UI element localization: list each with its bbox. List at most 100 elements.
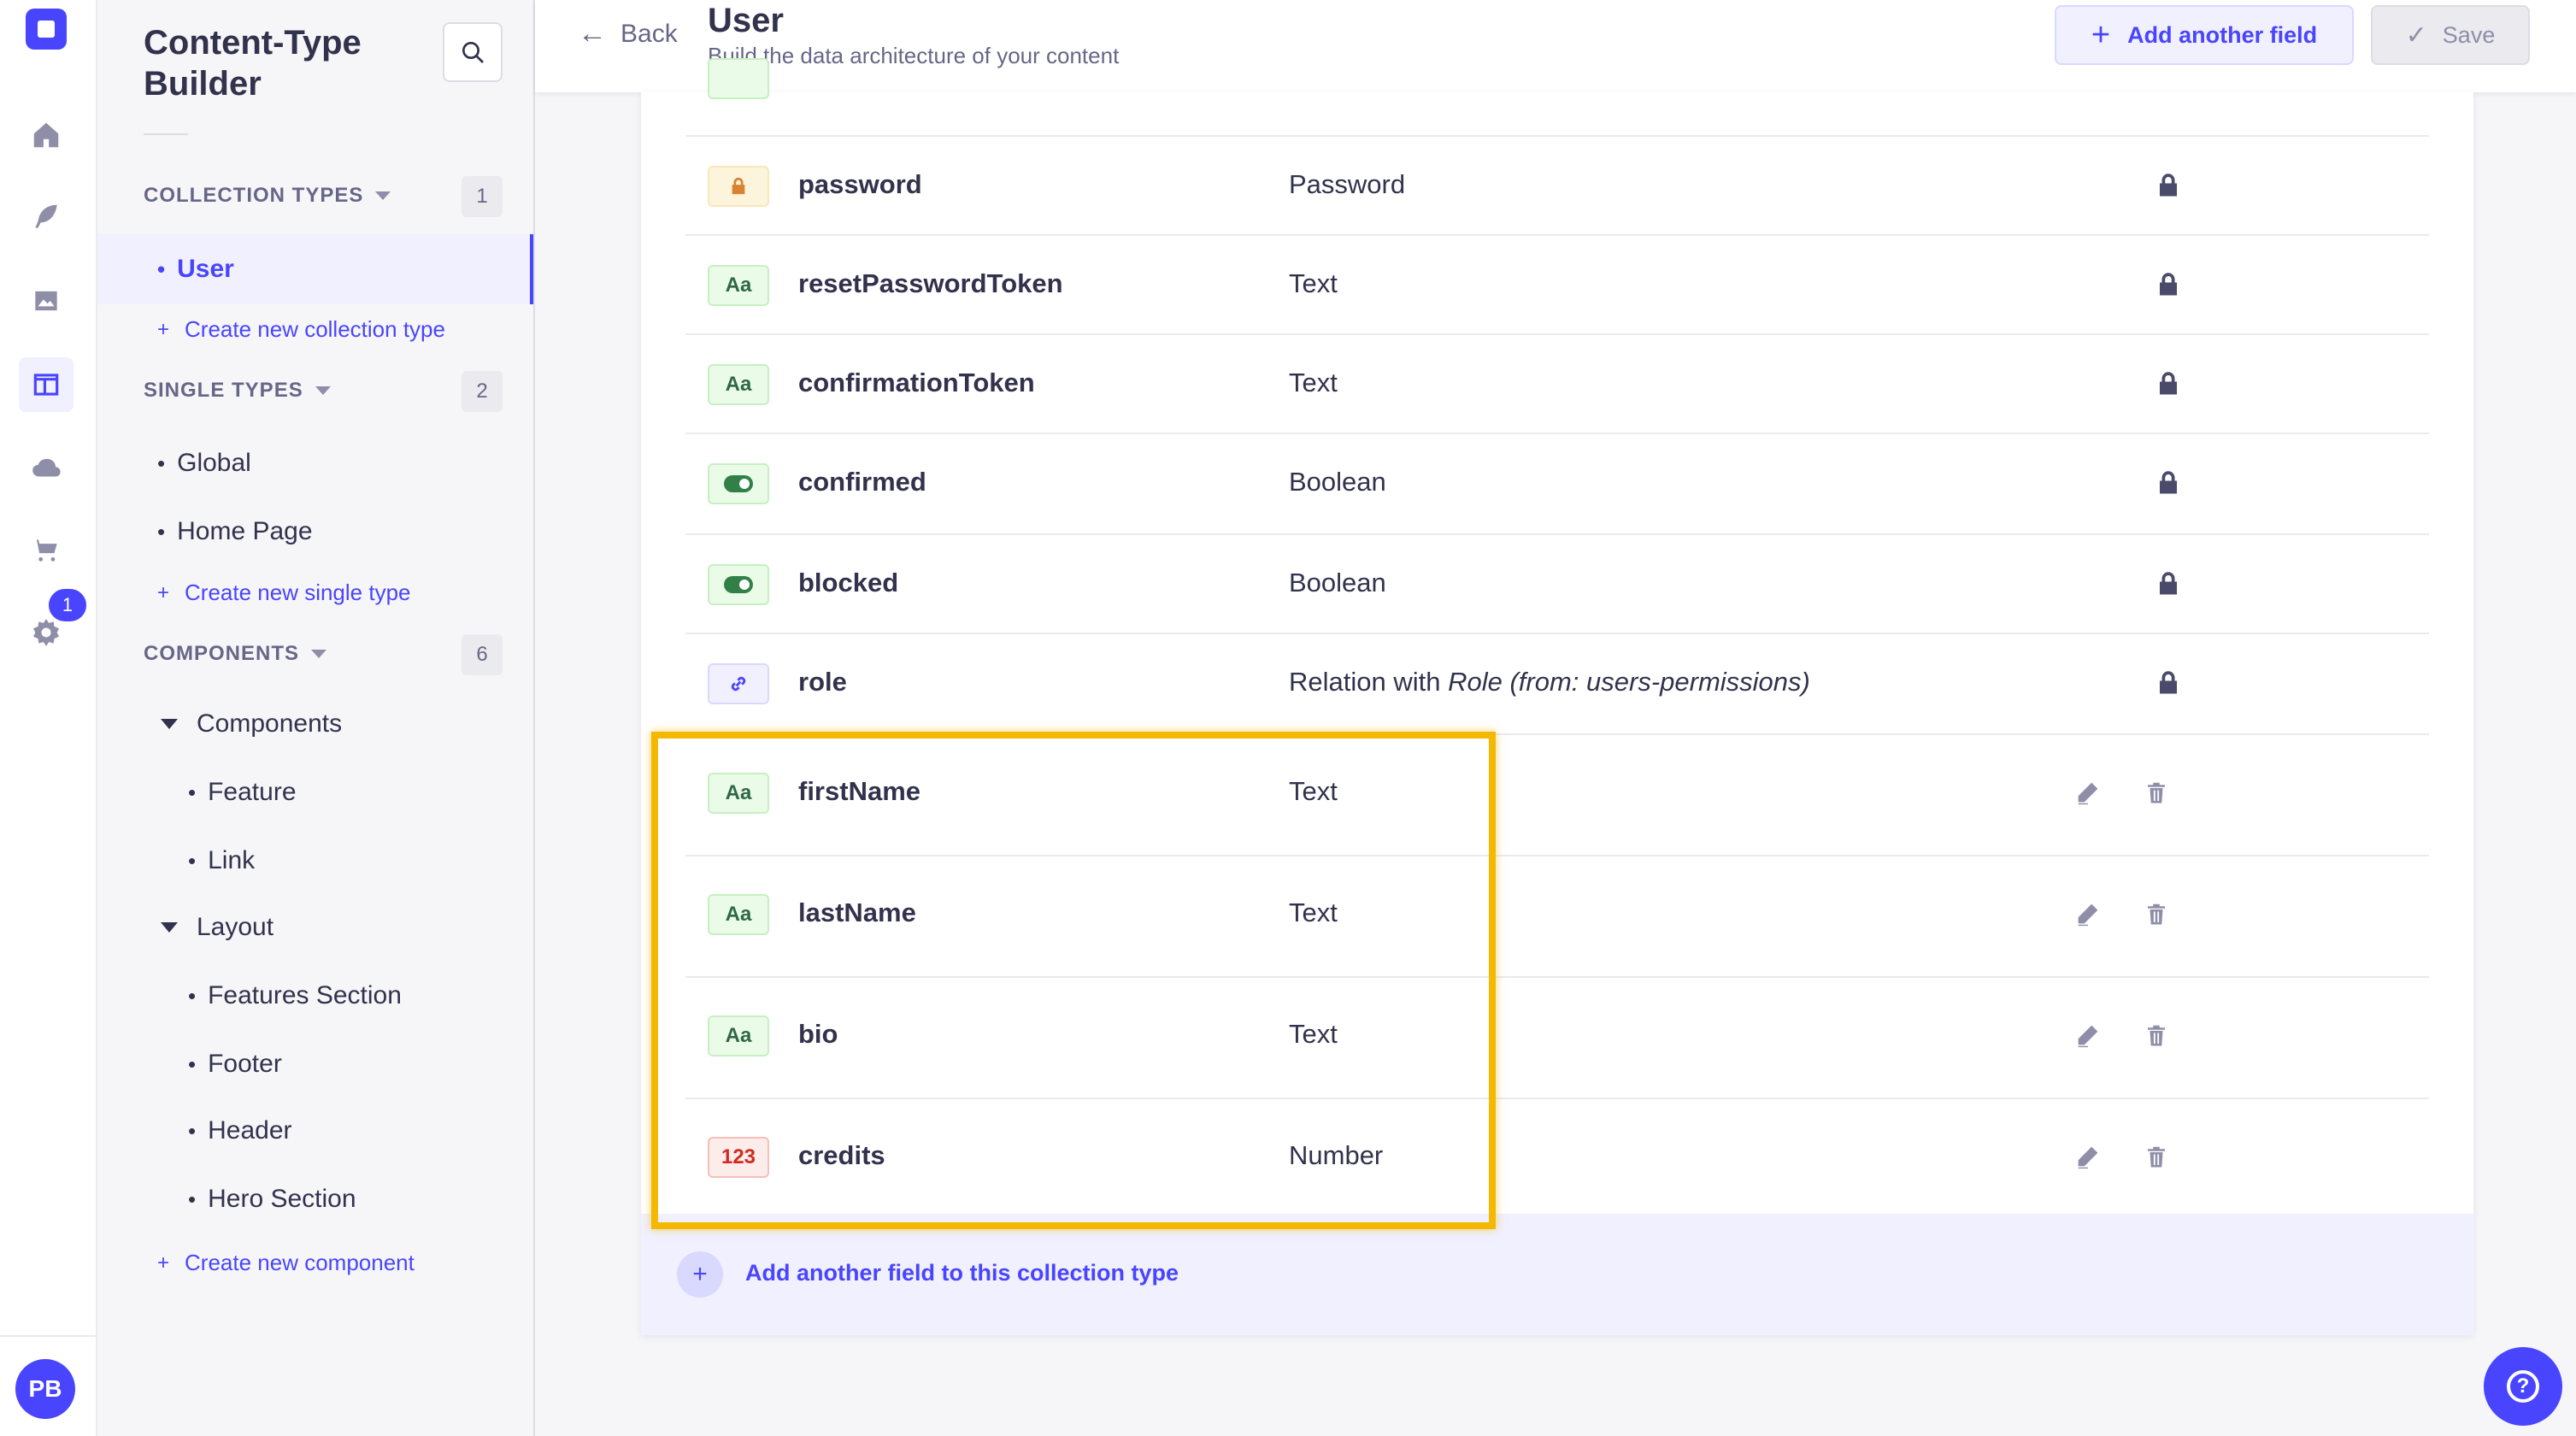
sidebar-item-hero-section[interactable]: • Hero Section: [188, 1185, 356, 1214]
field-type: Relation with Role (from: users-permissi…: [1289, 667, 1810, 697]
sidebar-item-user[interactable]: • User: [97, 234, 533, 304]
chevron-down-icon: [311, 650, 327, 658]
field-name: bio: [798, 1019, 838, 1049]
media-library-icon[interactable]: [19, 274, 74, 328]
subnav-title: Content-Type Builder: [144, 24, 362, 103]
pencil-icon[interactable]: [2073, 778, 2103, 807]
field-type: Number: [1289, 1140, 1384, 1170]
create-collection-type-link[interactable]: + Create new collection type: [157, 316, 445, 343]
save-button[interactable]: ✓ Save: [2371, 5, 2530, 65]
plus-icon: +: [157, 1251, 170, 1274]
single-types-count: 2: [462, 371, 503, 412]
home-icon[interactable]: [19, 108, 74, 162]
marketplace-cart-icon[interactable]: [19, 523, 74, 578]
sidebar-item-features-section[interactable]: • Features Section: [188, 981, 402, 1010]
sidebar-item-global[interactable]: • Global: [157, 446, 251, 480]
table-row: Aa lastName Text: [685, 856, 2429, 978]
field-type: Text: [1289, 268, 1338, 298]
field-name: blocked: [798, 568, 899, 597]
fields-table: password Password Aa resetPasswordToken …: [641, 58, 2473, 1335]
toggle-icon: [708, 463, 769, 504]
table-row: Aa resetPasswordToken Text: [685, 236, 2429, 335]
field-type: Text: [1289, 368, 1338, 397]
content-type-builder-icon[interactable]: [19, 357, 74, 412]
table-row: Aa bio Text: [685, 978, 2429, 1099]
sidebar-item-feature[interactable]: • Feature: [188, 778, 297, 807]
subnav-search-button[interactable]: [443, 22, 503, 82]
main-nav: 1 PB: [0, 0, 97, 1436]
add-another-field-button[interactable]: + Add another field: [2055, 5, 2354, 65]
question-mark-icon: ?: [2507, 1370, 2539, 1403]
create-component-link[interactable]: + Create new component: [157, 1250, 415, 1276]
page-title: User: [708, 2, 784, 39]
locked-icon: [2160, 572, 2177, 595]
text-icon: Aa: [708, 1015, 769, 1056]
sidebar-item-home-page[interactable]: • Home Page: [157, 515, 313, 549]
table-row: Aa confirmationToken Text: [685, 335, 2429, 434]
text-icon: Aa: [708, 773, 769, 814]
sidebar-item-label: User: [177, 255, 234, 283]
trash-icon[interactable]: [2144, 1142, 2169, 1171]
sidebar-item-header[interactable]: • Header: [188, 1116, 292, 1145]
collection-types-label: COLLECTION TYPES: [144, 184, 364, 207]
field-type: Password: [1289, 169, 1406, 199]
table-row: blocked Boolean: [685, 535, 2429, 634]
caret-down-icon: [161, 719, 178, 729]
create-single-type-link[interactable]: + Create new single type: [157, 580, 411, 606]
field-name: lastName: [798, 898, 916, 927]
plus-icon: +: [157, 317, 170, 341]
pencil-icon[interactable]: [2073, 1142, 2103, 1171]
cloud-icon[interactable]: [19, 441, 74, 496]
locked-icon: [2160, 174, 2177, 197]
pencil-icon[interactable]: [2073, 899, 2103, 928]
toggle-icon: [708, 564, 769, 605]
content-manager-feather-icon[interactable]: [19, 190, 74, 244]
user-avatar[interactable]: PB: [15, 1359, 75, 1419]
single-types-header[interactable]: SINGLE TYPES: [144, 369, 331, 412]
add-field-to-collection-row[interactable]: + Add another field to this collection t…: [641, 1214, 2473, 1335]
help-button[interactable]: ?: [2484, 1347, 2562, 1426]
back-link[interactable]: ← Back: [578, 17, 678, 50]
plus-icon: +: [2091, 16, 2111, 53]
components-label: COMPONENTS: [144, 642, 300, 665]
settings-notification-badge: 1: [46, 586, 89, 624]
page-subtitle: Build the data architecture of your cont…: [708, 43, 1120, 68]
field-name: password: [798, 169, 922, 199]
locked-icon: [2160, 671, 2177, 694]
text-icon: Aa: [708, 894, 769, 935]
table-row: Aa firstName Text: [685, 735, 2429, 856]
component-group-components[interactable]: Components: [161, 709, 342, 739]
sidebar-item-footer[interactable]: • Footer: [188, 1050, 282, 1079]
nav-divider: [0, 1335, 97, 1337]
field-name: confirmationToken: [798, 368, 1035, 397]
field-name: role: [798, 667, 847, 697]
field-name: confirmed: [798, 467, 926, 497]
search-icon: [462, 42, 484, 63]
arrow-left-icon: ←: [578, 17, 607, 50]
field-type: Boolean: [1289, 568, 1386, 597]
content-type-builder-subnav: Content-Type Builder COLLECTION TYPES 1 …: [97, 0, 535, 1436]
page-header: ← Back User Build the data architecture …: [535, 0, 2576, 92]
text-icon: Aa: [708, 265, 769, 306]
plus-icon: +: [157, 580, 170, 604]
trash-icon[interactable]: [2144, 899, 2169, 928]
pencil-icon[interactable]: [2073, 1021, 2103, 1050]
components-header[interactable]: COMPONENTS: [144, 633, 327, 675]
field-type: Text: [1289, 776, 1338, 806]
number-icon: 123: [708, 1137, 769, 1178]
trash-icon[interactable]: [2144, 1021, 2169, 1050]
component-group-layout[interactable]: Layout: [161, 913, 273, 942]
field-name: firstName: [798, 776, 920, 806]
sidebar-item-link[interactable]: • Link: [188, 846, 255, 875]
locked-icon: [2160, 471, 2177, 494]
collection-types-header[interactable]: COLLECTION TYPES: [144, 174, 391, 217]
strapi-logo-icon[interactable]: [26, 9, 67, 50]
table-row: role Relation with Role (from: users-per…: [685, 634, 2429, 735]
locked-icon: [2160, 372, 2177, 395]
field-name: credits: [798, 1140, 885, 1170]
text-icon: Aa: [708, 364, 769, 405]
locked-icon: [2160, 273, 2177, 296]
caret-down-icon: [161, 922, 178, 933]
add-field-to-collection-label: Add another field to this collection typ…: [745, 1260, 1179, 1286]
trash-icon[interactable]: [2144, 778, 2169, 807]
